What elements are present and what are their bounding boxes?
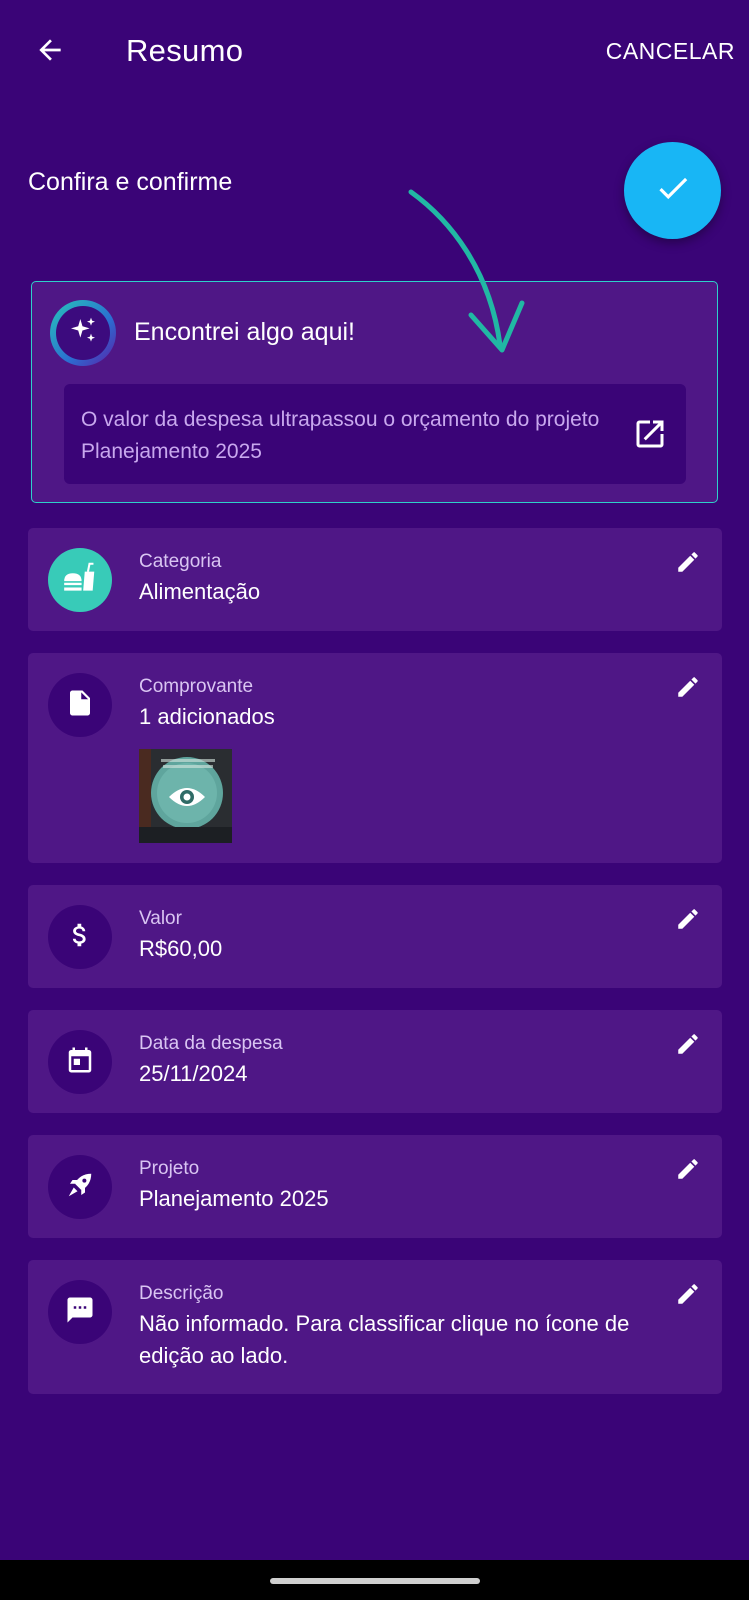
pencil-icon [675, 1031, 701, 1062]
file-icon [65, 688, 95, 723]
expense-summary-screen: Resumo CANCELAR Confira e confirme Encon… [0, 0, 749, 1600]
pencil-icon [675, 674, 701, 705]
insight-card: Encontrei algo aqui! O valor da despesa … [31, 281, 718, 503]
receipt-card: Comprovante 1 adicionados [28, 653, 722, 863]
insight-avatar [50, 300, 116, 366]
category-label: Categoria [139, 551, 222, 572]
page-title: Resumo [126, 33, 244, 68]
home-gesture-handle[interactable] [270, 1578, 480, 1584]
receipt-thumbnail[interactable] [139, 749, 232, 843]
insight-message-box[interactable]: O valor da despesa ultrapassou o orçamen… [64, 384, 686, 484]
receipt-icon-badge [48, 673, 112, 737]
sparkles-icon [67, 315, 99, 352]
category-card: Categoria Alimentação [28, 528, 722, 631]
edit-category-button[interactable] [672, 548, 704, 580]
arrow-left-icon [34, 34, 66, 71]
amount-label: Valor [139, 908, 182, 929]
top-app-bar: Resumo CANCELAR [0, 0, 749, 104]
edit-description-button[interactable] [672, 1280, 704, 1312]
category-icon-badge [48, 548, 112, 612]
open-external-icon[interactable] [632, 416, 668, 452]
project-icon-badge [48, 1155, 112, 1219]
insight-message: O valor da despesa ultrapassou o orçamen… [81, 408, 600, 463]
pencil-icon [675, 549, 701, 580]
description-card: Descrição Não informado. Para classifica… [28, 1260, 722, 1394]
edit-project-button[interactable] [672, 1155, 704, 1187]
pencil-icon [675, 1156, 701, 1187]
receipt-value: 1 adicionados [139, 704, 275, 729]
insight-title: Encontrei algo aqui! [134, 318, 355, 346]
dollar-icon [65, 920, 95, 955]
check-icon [654, 169, 692, 212]
date-value: 25/11/2024 [139, 1061, 248, 1086]
cancel-button[interactable]: CANCELAR [606, 38, 735, 65]
confirm-button[interactable] [624, 142, 721, 239]
date-icon-badge [48, 1030, 112, 1094]
category-value: Alimentação [139, 579, 261, 604]
pencil-icon [675, 906, 701, 937]
rocket-icon [65, 1170, 95, 1205]
project-label: Projeto [139, 1158, 200, 1179]
description-value: Não informado. Para classificar clique n… [139, 1311, 630, 1368]
page-subtitle: Confira e confirme [28, 168, 233, 196]
edit-date-button[interactable] [672, 1030, 704, 1062]
amount-value: R$60,00 [139, 936, 223, 961]
amount-card: Valor R$60,00 [28, 885, 722, 988]
edit-amount-button[interactable] [672, 905, 704, 937]
calendar-icon [65, 1045, 95, 1080]
project-value: Planejamento 2025 [139, 1186, 329, 1211]
receipt-label: Comprovante [139, 676, 254, 697]
comment-icon [65, 1295, 95, 1330]
edit-receipt-button[interactable] [672, 673, 704, 705]
food-icon [61, 559, 99, 602]
date-card: Data da despesa 25/11/2024 [28, 1010, 722, 1113]
description-icon-badge [48, 1280, 112, 1344]
project-card: Projeto Planejamento 2025 [28, 1135, 722, 1238]
back-button[interactable] [28, 30, 72, 74]
system-navigation-bar [0, 1560, 749, 1600]
pencil-icon [675, 1281, 701, 1312]
date-label: Data da despesa [139, 1033, 283, 1054]
amount-icon-badge [48, 905, 112, 969]
description-label: Descrição [139, 1283, 224, 1304]
